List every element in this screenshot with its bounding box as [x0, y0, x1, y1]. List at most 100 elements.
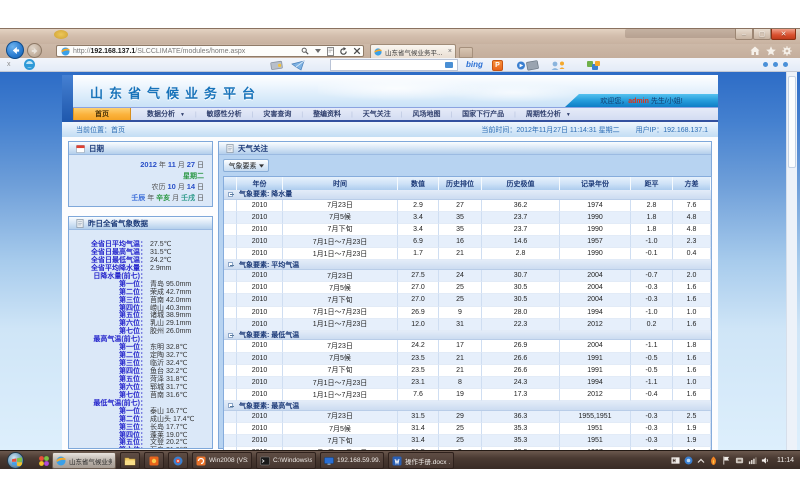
table-row[interactable]: 20107月下旬3.43523.719901.84.8: [224, 224, 711, 236]
menu-item-home[interactable]: 首页: [73, 108, 131, 120]
forward-arrow-icon: [31, 47, 39, 55]
volume-icon[interactable]: [761, 456, 770, 465]
toolbar-more-icon[interactable]: [763, 62, 788, 67]
restore-button[interactable]: ▢: [753, 29, 771, 40]
refresh-icon[interactable]: [337, 45, 350, 57]
security-center-flame-icon[interactable]: [709, 456, 718, 466]
cell-expand: [224, 224, 237, 236]
table-group-row[interactable]: 气象要素: 最高气温: [224, 401, 711, 411]
table-row[interactable]: 20107月23日27.52430.72004-0.72.0: [224, 270, 711, 282]
table-group-row[interactable]: 气象要素: 平均气温: [224, 260, 711, 270]
search-icon[interactable]: [298, 45, 311, 57]
menu-item-6[interactable]: 风场地图: [402, 109, 450, 119]
input-indicator-icon[interactable]: [671, 456, 680, 465]
menu-item-7[interactable]: 国家下行产品: [452, 109, 514, 119]
snapshot-icon[interactable]: [270, 60, 284, 70]
taskbar-button-7[interactable]: 192.168.59.99...: [320, 452, 384, 469]
collapse-icon[interactable]: [228, 333, 233, 338]
tab-close-icon[interactable]: ×: [448, 48, 452, 55]
column-header[interactable]: 年份: [237, 177, 283, 190]
column-header[interactable]: 距平: [631, 177, 673, 190]
toolbar-search-input[interactable]: [330, 59, 458, 71]
sharing-tool-icon[interactable]: [586, 60, 602, 71]
yesterday-line: 第二位：荣成 42.7mm: [69, 289, 212, 297]
new-tab-button[interactable]: [459, 47, 473, 58]
toolbar-close-icon[interactable]: x: [7, 61, 11, 68]
people-tool-icon[interactable]: [550, 60, 568, 71]
table-row[interactable]: 20107月1日～7月23日6.91614.61957-1.02.3: [224, 236, 711, 248]
collapse-icon[interactable]: [228, 192, 233, 197]
column-header[interactable]: 历史极值: [482, 177, 560, 190]
element-filter-button[interactable]: 气象要素: [223, 159, 269, 172]
table-row[interactable]: 20107月下旬23.52126.61991-0.51.6: [224, 365, 711, 377]
autocomplete-dropdown-icon[interactable]: [311, 45, 324, 57]
usb-device-icon[interactable]: [735, 456, 744, 465]
table-row[interactable]: 20107月下旬27.02530.52004-0.31.6: [224, 294, 711, 306]
start-button[interactable]: [7, 452, 24, 469]
table-row[interactable]: 20107月1日～7月23日26.9928.01994-1.01.0: [224, 307, 711, 319]
back-button[interactable]: [6, 41, 24, 59]
page-scrollbar[interactable]: [786, 72, 797, 450]
table-row[interactable]: 20107月1日～7月23日23.1824.31994-1.11.0: [224, 377, 711, 389]
table-row[interactable]: 20107月5候3.43523.719901.84.8: [224, 212, 711, 224]
cell: 4.8: [673, 212, 711, 224]
pinned-app-icon[interactable]: [38, 455, 50, 467]
network-icon[interactable]: [748, 456, 757, 465]
table-row[interactable]: 20107月5候31.42535.31951-0.31.9: [224, 423, 711, 435]
column-header[interactable]: 记录年份: [560, 177, 631, 190]
collapse-icon[interactable]: [228, 403, 233, 408]
menu-item-4[interactable]: 整编资料: [303, 109, 351, 119]
table-row[interactable]: 20107月下旬31.42535.31951-0.31.9: [224, 435, 711, 447]
taskbar-button-2[interactable]: [120, 452, 140, 469]
table-row[interactable]: 20101月1日～7月23日7.61917.32012-0.41.6: [224, 389, 711, 401]
taskbar-button-6[interactable]: C:\Windows\s...: [256, 452, 316, 469]
taskbar-button-4[interactable]: [168, 452, 188, 469]
menu-item-3[interactable]: 灾害查询: [253, 109, 301, 119]
table-row[interactable]: 20107月5候23.52126.61991-0.51.6: [224, 353, 711, 365]
collapse-icon[interactable]: [228, 262, 233, 267]
menu-item-2[interactable]: 敏感性分析: [197, 109, 252, 119]
table-row[interactable]: 20101月1日～7月23日1.7212.81990-0.10.4: [224, 248, 711, 260]
column-header[interactable]: 方差: [673, 177, 711, 190]
menu-item-1[interactable]: 数据分析▼: [137, 109, 195, 119]
messenger-icon[interactable]: [684, 456, 693, 465]
tools-gear-icon[interactable]: [782, 46, 792, 56]
toolbar-logo-icon[interactable]: [24, 59, 35, 70]
favorites-star-icon[interactable]: [766, 46, 776, 56]
video-tool-icon[interactable]: [516, 60, 542, 71]
column-header[interactable]: [224, 177, 237, 190]
table-row[interactable]: 20107月5候27.02530.52004-0.31.6: [224, 282, 711, 294]
scrollbar-thumb[interactable]: [788, 76, 796, 168]
browser-tab[interactable]: 山东省气候业务平... ×: [370, 44, 456, 58]
mail-icon[interactable]: [291, 60, 306, 71]
taskbar-clock[interactable]: 11:14: [777, 457, 794, 464]
bing-logo[interactable]: bing: [466, 60, 483, 69]
search-badge-icon[interactable]: P: [492, 60, 503, 71]
toolbar-search-go-icon[interactable]: [444, 60, 454, 70]
show-hidden-icons-icon[interactable]: [697, 458, 705, 464]
table-group-row[interactable]: 气象要素: 最低气温: [224, 331, 711, 341]
forward-button[interactable]: [27, 43, 42, 58]
taskbar-button-3[interactable]: [144, 452, 164, 469]
stop-icon[interactable]: [350, 45, 363, 57]
table-row[interactable]: 20101月1日～7月23日12.03122.320120.21.6: [224, 319, 711, 331]
table-row[interactable]: 20107月23日24.21726.92004-1.11.8: [224, 340, 711, 352]
compatibility-view-icon[interactable]: [324, 45, 337, 57]
close-button[interactable]: ✕: [771, 29, 796, 40]
table-row[interactable]: 20107月23日31.52936.31955,1951-0.32.5: [224, 411, 711, 423]
column-header[interactable]: 时间: [283, 177, 398, 190]
address-bar[interactable]: http://192.168.137.1/SLCCLIMATE/modules/…: [56, 45, 364, 57]
taskbar-button-1[interactable]: 山东省气候业务平...: [52, 452, 116, 469]
column-header[interactable]: 数值: [398, 177, 439, 190]
menu-item-5[interactable]: 天气关注: [353, 109, 401, 119]
taskbar-button-5[interactable]: Win2008 (VS2...: [192, 452, 252, 469]
minimize-button[interactable]: –: [735, 29, 753, 40]
table-row[interactable]: 20107月23日2.92736.219742.87.6: [224, 200, 711, 212]
column-header[interactable]: 历史排位: [439, 177, 482, 190]
table-group-row[interactable]: 气象要素: 降水量: [224, 190, 711, 200]
action-center-flag-icon[interactable]: [722, 456, 731, 465]
home-icon[interactable]: [750, 46, 760, 56]
menu-item-8[interactable]: 周期性分析▼: [516, 109, 581, 119]
taskbar-button-8[interactable]: 操作手册.docx ...: [388, 452, 454, 469]
cell: 24: [439, 270, 482, 282]
